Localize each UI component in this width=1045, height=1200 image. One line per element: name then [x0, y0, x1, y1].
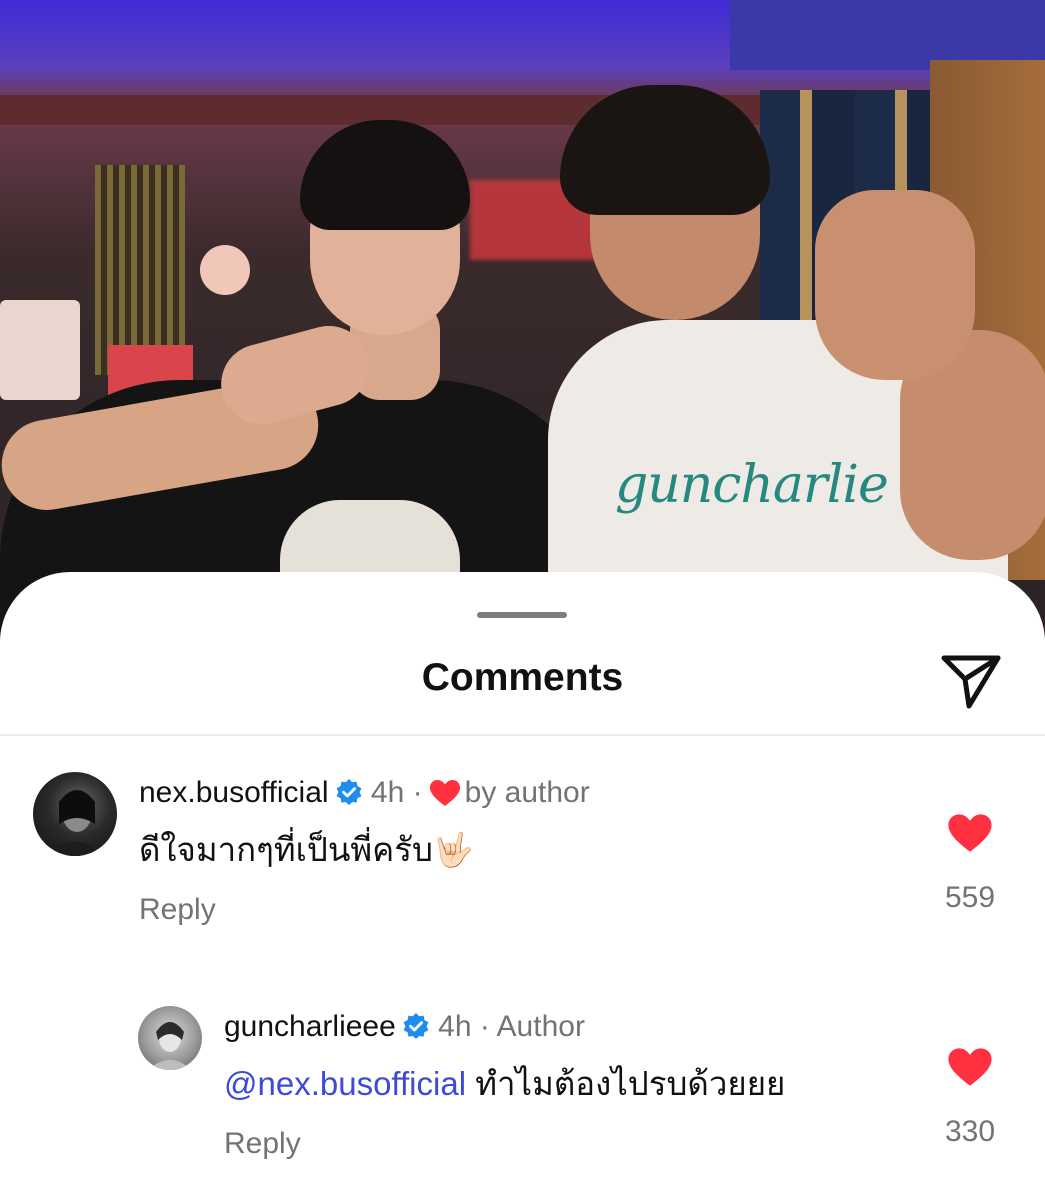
sheet-title: Comments — [421, 656, 624, 699]
like-count: 559 — [944, 881, 996, 914]
comment-username[interactable]: guncharlieee — [224, 1010, 396, 1043]
like-count: 330 — [944, 1115, 996, 1148]
avatar-image — [148, 1022, 192, 1070]
separator-dot: · — [412, 776, 423, 809]
liked-by-author-heart-icon — [429, 779, 461, 816]
post-photo: guncharlie — [0, 0, 1045, 640]
comment-time: 4h — [370, 776, 405, 809]
share-button[interactable] — [938, 646, 1004, 712]
avatar[interactable] — [138, 1006, 202, 1070]
separator-dot: · — [479, 1010, 490, 1043]
reply-button[interactable]: Reply — [139, 892, 216, 928]
comment-text: ดีใจมากๆที่เป็นพี่ครับ🤟🏻 — [139, 831, 474, 868]
reply-button[interactable]: Reply — [224, 1126, 301, 1162]
like-button[interactable] — [947, 812, 993, 854]
verified-badge-icon — [402, 1012, 430, 1049]
verified-badge-icon — [335, 778, 363, 815]
comment-username[interactable]: nex.busofficial — [139, 776, 329, 809]
paper-plane-icon — [941, 655, 1001, 709]
heart-filled-icon — [948, 1048, 992, 1086]
comment-text: ทำไมต้องไปรบด้วยยย — [475, 1065, 786, 1102]
comments-sheet: Comments nex.busofficial 4h · by author ด… — [0, 572, 1045, 1200]
shirt-print-logo: guncharlie — [615, 455, 889, 515]
heart-filled-icon — [948, 814, 992, 852]
header-divider — [0, 734, 1045, 736]
sheet-drag-handle[interactable] — [477, 612, 567, 618]
mention-link[interactable]: @nex.busofficial — [224, 1065, 466, 1102]
comment-time: 4h — [438, 1010, 472, 1043]
liked-by-author-label: by author — [464, 776, 590, 809]
author-label: Author — [496, 1010, 585, 1043]
avatar[interactable] — [33, 772, 117, 856]
like-button[interactable] — [947, 1046, 993, 1088]
avatar-image — [47, 790, 103, 856]
